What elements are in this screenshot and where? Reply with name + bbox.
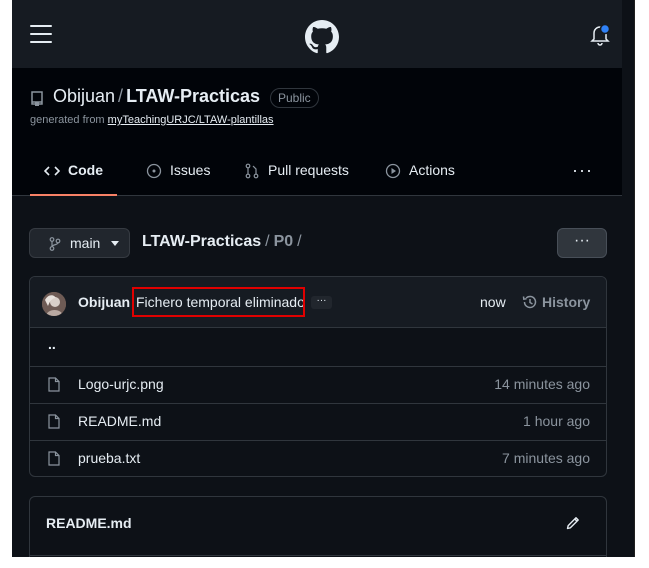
visibility-badge: Public <box>270 88 319 108</box>
chevron-down-icon <box>111 241 119 246</box>
scrollbar[interactable] <box>634 0 635 557</box>
list-item[interactable]: Logo-urjc.png 14 minutes ago <box>30 366 606 403</box>
browser-viewport: Obijuan / LTAW-Practicas Public generated … <box>12 0 635 557</box>
history-link[interactable]: History <box>522 294 590 310</box>
global-header <box>12 0 622 68</box>
file-icon <box>48 377 60 392</box>
avatar-image <box>42 292 66 316</box>
breadcrumb-separator: / <box>265 233 270 250</box>
file-last-modified: 14 minutes ago <box>494 376 590 392</box>
repo-name-link[interactable]: LTAW-Practicas <box>126 86 260 106</box>
avatar[interactable] <box>42 292 66 316</box>
file-name-link[interactable]: prueba.txt <box>78 450 140 466</box>
menu-icon[interactable] <box>30 25 52 43</box>
breadcrumb-separator-trailing: / <box>297 233 302 250</box>
breadcrumb-repo-link[interactable]: LTAW-Practicas <box>142 233 261 250</box>
commit-author-link[interactable]: Obijuan <box>78 294 130 310</box>
file-icon <box>48 451 60 466</box>
highlight-box <box>132 287 305 317</box>
repository-header: Obijuan / LTAW-Practicas Public generated … <box>12 68 622 196</box>
template-repo-link[interactable]: myTeachingURJC/LTAW-plantillas <box>108 114 274 126</box>
tab-issues-label: Issues <box>170 162 211 178</box>
file-last-modified: 7 minutes ago <box>502 450 590 466</box>
breadcrumb-current-dir: P0 <box>273 233 294 250</box>
issue-icon <box>146 163 162 179</box>
latest-commit-row: Obijuan Fichero temporal eliminado ··· n… <box>30 277 606 328</box>
github-logo-icon[interactable] <box>305 20 339 54</box>
repo-title-separator: / <box>118 86 124 106</box>
commit-expand-button[interactable]: ··· <box>311 296 332 309</box>
file-name-link[interactable]: README.md <box>78 413 161 429</box>
tab-actions-label: Actions <box>409 162 455 178</box>
parent-directory-link[interactable]: .. <box>30 328 606 365</box>
tab-actions[interactable]: Actions <box>371 154 469 194</box>
breadcrumb: LTAW-Practicas / P0/ <box>142 233 306 251</box>
file-list: Obijuan Fichero temporal eliminado ··· n… <box>29 276 607 477</box>
readme-title: README.md <box>46 515 132 531</box>
generated-from-note: generated from myTeachingURJC/LTAW-plant… <box>30 114 274 126</box>
list-item[interactable]: prueba.txt 7 minutes ago <box>30 440 606 476</box>
history-icon <box>522 295 537 309</box>
readme-panel: README.md <box>29 496 607 557</box>
pull-request-icon <box>245 163 259 179</box>
file-name-link[interactable]: Logo-urjc.png <box>78 376 164 392</box>
file-last-modified: 1 hour ago <box>523 413 590 429</box>
play-icon <box>385 163 401 179</box>
code-icon <box>44 166 60 176</box>
file-icon <box>48 414 60 429</box>
divider <box>30 555 606 556</box>
generated-prefix: generated from <box>30 114 105 126</box>
branch-selector-button[interactable]: main <box>29 228 130 258</box>
repo-icon <box>31 91 43 106</box>
branch-name: main <box>70 235 101 251</box>
git-branch-icon <box>49 237 61 251</box>
tab-pull-requests-label: Pull requests <box>268 162 349 178</box>
pencil-icon[interactable] <box>565 515 581 531</box>
repo-nav-tabs: Code Issues Pull requests Actions ··· <box>30 154 620 196</box>
more-options-button[interactable]: ··· <box>557 228 607 258</box>
list-item[interactable]: README.md 1 hour ago <box>30 403 606 440</box>
tab-issues[interactable]: Issues <box>132 154 224 194</box>
tab-code[interactable]: Code <box>30 154 117 196</box>
tab-code-label: Code <box>68 162 103 178</box>
repo-owner-link[interactable]: Obijuan <box>53 86 115 106</box>
history-label: History <box>542 294 591 310</box>
tabs-more-button[interactable]: ··· <box>572 154 593 194</box>
tab-pull-requests[interactable]: Pull requests <box>230 154 363 194</box>
parent-directory-label: .. <box>48 336 56 352</box>
repository-title: Obijuan / LTAW-Practicas <box>53 86 260 107</box>
commit-time: now <box>480 294 506 310</box>
notification-bell-icon[interactable] <box>590 24 610 46</box>
